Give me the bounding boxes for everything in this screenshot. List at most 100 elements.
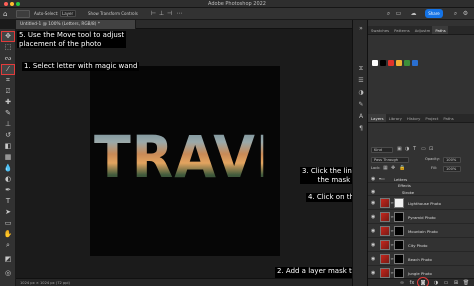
tab-swatches[interactable]: Swatches (368, 26, 391, 34)
filter-type-icon[interactable]: T (413, 146, 416, 152)
swatch[interactable] (404, 60, 410, 66)
lock-pixels-icon[interactable]: ▦ (383, 165, 388, 171)
tool-preset-picker[interactable] (16, 10, 30, 18)
lock-position-icon[interactable]: ✥ (391, 165, 395, 171)
color-swatch-icon[interactable]: ◩ (2, 255, 14, 264)
pen-icon[interactable]: ✒ (2, 186, 14, 195)
visibility-eye-icon[interactable]: ◉ (371, 214, 377, 220)
tab-history[interactable]: History (404, 114, 423, 122)
layer-mask-thumbnail[interactable] (394, 254, 404, 264)
blend-mode-dropdown[interactable]: Pass Through (371, 157, 409, 163)
document-tab[interactable]: Untitled-1 @ 100% (Letters, RGB/8) * (16, 20, 136, 29)
layer-row[interactable]: ◉ ∞ Lighthouse Photo (368, 196, 474, 210)
share-button[interactable]: Share (425, 9, 443, 18)
tab-paths[interactable]: Paths (432, 26, 448, 34)
group-row-letters[interactable]: ◉ ▾▭ Letters (368, 175, 474, 183)
layer-row[interactable]: ◉ ∞ Pyramid Photo (368, 210, 474, 224)
travel-letters-artwork[interactable]: TRAVEL (94, 127, 328, 187)
layer-mask-thumbnail[interactable] (394, 268, 404, 278)
distribute-icon[interactable]: ⋯ (176, 10, 183, 17)
layer-row[interactable]: ◉ ∞ Beach Photo (368, 252, 474, 266)
visibility-eye-icon[interactable]: ◉ (371, 270, 377, 276)
tab-adjustments[interactable]: Adjustm (412, 26, 433, 34)
layer-row[interactable]: ◉ ∞ City Photo (368, 238, 474, 252)
layer-mask-thumbnail[interactable] (394, 240, 404, 250)
adjustments-panel-icon[interactable]: ◑ (356, 88, 366, 97)
cloud-icon[interactable]: ☁ (410, 10, 417, 17)
visibility-eye-icon[interactable]: ◉ (371, 200, 377, 206)
visibility-eye-icon[interactable]: ◉ (371, 256, 377, 262)
layer-photo-thumbnail[interactable] (380, 268, 390, 278)
trash-icon[interactable]: 🗑 (462, 280, 470, 286)
swatch[interactable] (388, 60, 394, 66)
dodge-icon[interactable]: ◐ (2, 175, 14, 184)
zoom-icon[interactable]: ⌕ (2, 241, 14, 250)
properties-panel-icon[interactable]: ☰ (356, 76, 366, 85)
layer-style-icon[interactable]: fx (408, 280, 416, 286)
filter-pixel-icon[interactable]: ▣ (397, 146, 402, 152)
shape-icon[interactable]: ▭ (2, 219, 14, 228)
magic-wand-icon[interactable]: ⁄ (1, 64, 15, 75)
layer-photo-thumbnail[interactable] (380, 240, 390, 250)
opacity-field[interactable]: 100% (443, 157, 461, 163)
lasso-icon[interactable]: ᔓ (2, 54, 14, 63)
collapse-panels-icon[interactable]: » (356, 24, 366, 33)
layer-photo-thumbnail[interactable] (380, 226, 390, 236)
type-icon[interactable]: T (2, 197, 14, 206)
new-group-icon[interactable]: ▭ (442, 280, 450, 286)
lock-all-icon[interactable]: 🔒 (399, 165, 405, 171)
layer-mask-thumbnail[interactable] (394, 226, 404, 236)
align-right-icon[interactable]: ⊣ (166, 10, 173, 17)
new-layer-icon[interactable]: ⊞ (452, 280, 460, 286)
hand-icon[interactable]: ✋ (2, 230, 14, 239)
auto-select-checkbox-label[interactable]: Auto-Select: (34, 11, 59, 16)
path-select-icon[interactable]: ➤ (2, 208, 14, 217)
align-left-icon[interactable]: ⊢ (150, 10, 157, 17)
layer-mask-thumbnail[interactable] (394, 212, 404, 222)
layer-photo-thumbnail[interactable] (380, 212, 390, 222)
effect-eye-icon[interactable]: ◉ (371, 189, 377, 195)
workspace-icon[interactable]: ▭ (395, 10, 402, 17)
layer-photo-thumbnail[interactable] (380, 198, 390, 208)
tab-paths-2[interactable]: Paths (440, 114, 455, 122)
artboard-icon[interactable]: ⬚ (2, 43, 14, 52)
tab-patterns[interactable]: Patterns (391, 26, 412, 34)
stroke-effect-row[interactable]: ◉ Stroke (368, 189, 474, 196)
tab-layers[interactable]: Layers (368, 114, 386, 122)
healing-icon[interactable]: ✚ (2, 98, 14, 107)
visibility-eye-icon[interactable]: ◉ (371, 176, 377, 182)
layer-kind-filter[interactable]: Kind (371, 147, 393, 153)
eraser-icon[interactable]: ◧ (2, 142, 14, 151)
swatch[interactable] (380, 60, 386, 66)
layer-mask-thumbnail[interactable] (394, 198, 404, 208)
blur-icon[interactable]: 💧 (2, 164, 14, 173)
tab-project[interactable]: Project (422, 114, 440, 122)
history-brush-icon[interactable]: ↺ (2, 131, 14, 140)
brush-icon[interactable]: ✎ (2, 109, 14, 118)
paragraph-panel-icon[interactable]: ¶ (356, 124, 366, 133)
visibility-eye-icon[interactable]: ◉ (371, 228, 377, 234)
layer-row[interactable]: ◉ ∞ Mountain Photo (368, 224, 474, 238)
swatch[interactable] (372, 60, 378, 66)
quick-mask-icon[interactable]: ◎ (2, 269, 14, 278)
home-icon[interactable]: ⌂ (3, 10, 11, 18)
move-tool-icon[interactable]: ✥ (1, 31, 15, 42)
transform-controls-checkbox-label[interactable]: Show Transform Controls (88, 11, 138, 16)
brush-panel-icon[interactable]: ✎ (356, 100, 366, 109)
swatch[interactable] (412, 60, 418, 66)
settings-icon[interactable]: ⚙ (462, 10, 469, 17)
discover-icon[interactable]: ⌕ (452, 10, 459, 17)
filter-shape-icon[interactable]: ▭ (421, 146, 426, 152)
align-center-icon[interactable]: ⊥ (158, 10, 165, 17)
crop-icon[interactable]: ⌗ (2, 76, 14, 85)
visibility-eye-icon[interactable]: ◉ (371, 242, 377, 248)
layer-photo-thumbnail[interactable] (380, 254, 390, 264)
filter-adjust-icon[interactable]: ◑ (405, 146, 409, 152)
character-panel-icon[interactable]: A (356, 112, 366, 121)
adjustment-layer-icon[interactable]: ◑ (432, 280, 440, 286)
fill-field[interactable]: 100% (443, 166, 461, 172)
swatch[interactable] (396, 60, 402, 66)
history-panel-icon[interactable]: ⧖ (356, 64, 366, 73)
gradient-icon[interactable]: ▦ (2, 153, 14, 162)
eyedropper-icon[interactable]: ⍁ (2, 87, 14, 96)
